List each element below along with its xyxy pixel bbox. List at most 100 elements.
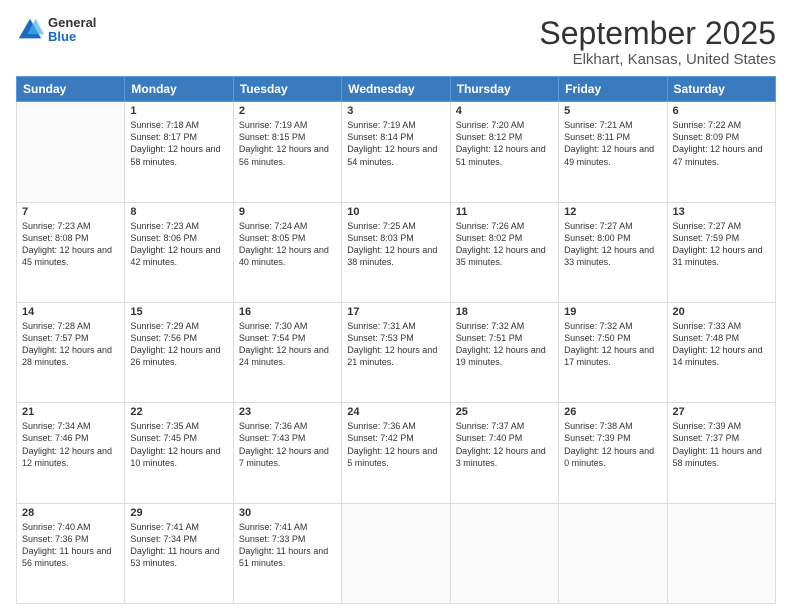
day-info: Sunrise: 7:35 AMSunset: 7:45 PMDaylight:… xyxy=(130,420,227,469)
sunset-text: Sunset: 8:02 PM xyxy=(456,233,523,243)
day-number: 19 xyxy=(564,306,661,318)
day-info: Sunrise: 7:27 AMSunset: 7:59 PMDaylight:… xyxy=(673,220,770,269)
day-info: Sunrise: 7:26 AMSunset: 8:02 PMDaylight:… xyxy=(456,220,553,269)
day-info: Sunrise: 7:19 AMSunset: 8:14 PMDaylight:… xyxy=(347,119,444,168)
daylight-text: Daylight: 12 hours and 28 minutes. xyxy=(22,345,112,367)
sunset-text: Sunset: 8:00 PM xyxy=(564,233,631,243)
sunset-text: Sunset: 8:15 PM xyxy=(239,132,306,142)
sunset-text: Sunset: 7:36 PM xyxy=(22,534,89,544)
table-row: 4 Sunrise: 7:20 AMSunset: 8:12 PMDaylight… xyxy=(450,102,558,202)
table-row: 1 Sunrise: 7:18 AMSunset: 8:17 PMDaylight… xyxy=(125,102,233,202)
sunrise-text: Sunrise: 7:32 AM xyxy=(564,321,633,331)
sunset-text: Sunset: 7:40 PM xyxy=(456,433,523,443)
page: General Blue September 2025 Elkhart, Kan… xyxy=(0,0,792,612)
table-row: 24Sunrise: 7:36 AMSunset: 7:42 PMDayligh… xyxy=(342,403,450,503)
table-row: 23Sunrise: 7:36 AMSunset: 7:43 PMDayligh… xyxy=(233,403,341,503)
day-number: 22 xyxy=(130,406,227,418)
day-number: 1 xyxy=(130,105,227,117)
day-number: 20 xyxy=(673,306,770,318)
daylight-text: Daylight: 12 hours and 26 minutes. xyxy=(130,345,220,367)
day-info: Sunrise: 7:30 AMSunset: 7:54 PMDaylight:… xyxy=(239,320,336,369)
table-row: 7Sunrise: 7:23 AMSunset: 8:08 PMDaylight… xyxy=(17,202,125,302)
sunset-text: Sunset: 7:39 PM xyxy=(564,433,631,443)
day-info: Sunrise: 7:25 AMSunset: 8:03 PMDaylight:… xyxy=(347,220,444,269)
day-info: Sunrise: 7:40 AMSunset: 7:36 PMDaylight:… xyxy=(22,521,119,570)
daylight-text: Daylight: 12 hours and 49 minutes. xyxy=(564,144,654,166)
day-info: Sunrise: 7:36 AMSunset: 7:43 PMDaylight:… xyxy=(239,420,336,469)
sunrise-text: Sunrise: 7:27 AM xyxy=(673,221,742,231)
day-number: 16 xyxy=(239,306,336,318)
daylight-text: Daylight: 11 hours and 53 minutes. xyxy=(130,546,219,568)
table-row: 25Sunrise: 7:37 AMSunset: 7:40 PMDayligh… xyxy=(450,403,558,503)
sunrise-text: Sunrise: 7:32 AM xyxy=(456,321,525,331)
day-info: Sunrise: 7:18 AMSunset: 8:17 PMDaylight:… xyxy=(130,119,227,168)
daylight-text: Daylight: 12 hours and 24 minutes. xyxy=(239,345,329,367)
sunrise-text: Sunrise: 7:29 AM xyxy=(130,321,199,331)
sunrise-text: Sunrise: 7:37 AM xyxy=(456,421,525,431)
day-info: Sunrise: 7:34 AMSunset: 7:46 PMDaylight:… xyxy=(22,420,119,469)
daylight-text: Daylight: 12 hours and 14 minutes. xyxy=(673,345,763,367)
sunrise-text: Sunrise: 7:36 AM xyxy=(239,421,308,431)
calendar-week-row: 21Sunrise: 7:34 AMSunset: 7:46 PMDayligh… xyxy=(17,403,776,503)
table-row xyxy=(559,503,667,603)
sunset-text: Sunset: 7:50 PM xyxy=(564,333,631,343)
day-info: Sunrise: 7:23 AMSunset: 8:08 PMDaylight:… xyxy=(22,220,119,269)
col-wednesday: Wednesday xyxy=(342,77,450,102)
day-info: Sunrise: 7:32 AMSunset: 7:51 PMDaylight:… xyxy=(456,320,553,369)
day-number: 3 xyxy=(347,105,444,117)
col-friday: Friday xyxy=(559,77,667,102)
day-info: Sunrise: 7:28 AMSunset: 7:57 PMDaylight:… xyxy=(22,320,119,369)
sunset-text: Sunset: 8:14 PM xyxy=(347,132,414,142)
calendar-table: Sunday Monday Tuesday Wednesday Thursday… xyxy=(16,76,776,604)
day-number: 4 xyxy=(456,105,553,117)
sunset-text: Sunset: 8:09 PM xyxy=(673,132,740,142)
daylight-text: Daylight: 12 hours and 0 minutes. xyxy=(564,446,654,468)
page-subtitle: Elkhart, Kansas, United States xyxy=(539,51,776,68)
sunrise-text: Sunrise: 7:36 AM xyxy=(347,421,416,431)
daylight-text: Daylight: 12 hours and 10 minutes. xyxy=(130,446,220,468)
sunrise-text: Sunrise: 7:33 AM xyxy=(673,321,742,331)
table-row: 17Sunrise: 7:31 AMSunset: 7:53 PMDayligh… xyxy=(342,302,450,402)
table-row: 30Sunrise: 7:41 AMSunset: 7:33 PMDayligh… xyxy=(233,503,341,603)
day-info: Sunrise: 7:32 AM Sunset: 7:50 PM Daylight:… xyxy=(564,320,661,369)
sunrise-text: Sunrise: 7:22 AM xyxy=(673,120,742,130)
daylight-text: Daylight: 12 hours and 33 minutes. xyxy=(564,245,654,267)
day-number: 17 xyxy=(347,306,444,318)
daylight-text: Daylight: 12 hours and 56 minutes. xyxy=(239,144,329,166)
daylight-text: Daylight: 12 hours and 38 minutes. xyxy=(347,245,437,267)
logo: General Blue xyxy=(16,16,96,45)
day-info: Sunrise: 7:20 AMSunset: 8:12 PMDaylight:… xyxy=(456,119,553,168)
sunset-text: Sunset: 8:05 PM xyxy=(239,233,306,243)
sunset-text: Sunset: 7:54 PM xyxy=(239,333,306,343)
day-number: 13 xyxy=(673,206,770,218)
day-number: 15 xyxy=(130,306,227,318)
sunrise-text: Sunrise: 7:28 AM xyxy=(22,321,91,331)
daylight-text: Daylight: 12 hours and 45 minutes. xyxy=(22,245,112,267)
table-row: 11Sunrise: 7:26 AMSunset: 8:02 PMDayligh… xyxy=(450,202,558,302)
sunset-text: Sunset: 7:43 PM xyxy=(239,433,306,443)
daylight-text: Daylight: 12 hours and 42 minutes. xyxy=(130,245,220,267)
table-row: 22 Sunrise: 7:35 AMSunset: 7:45 PMDayligh… xyxy=(125,403,233,503)
day-info: Sunrise: 7:24 AM Sunset: 8:05 PM Daylight:… xyxy=(239,220,336,269)
day-number: 10 xyxy=(347,206,444,218)
sunset-text: Sunset: 8:03 PM xyxy=(347,233,414,243)
table-row: 21Sunrise: 7:34 AMSunset: 7:46 PMDayligh… xyxy=(17,403,125,503)
sunrise-text: Sunrise: 7:24 AM xyxy=(239,221,308,231)
sunset-text: Sunset: 7:53 PM xyxy=(347,333,414,343)
day-number: 23 xyxy=(239,406,336,418)
day-info: Sunrise: 7:21 AMSunset: 8:11 PMDaylight:… xyxy=(564,119,661,168)
daylight-text: Daylight: 11 hours and 51 minutes. xyxy=(239,546,328,568)
table-row xyxy=(342,503,450,603)
daylight-text: Daylight: 12 hours and 17 minutes. xyxy=(564,345,654,367)
daylight-text: Daylight: 12 hours and 40 minutes. xyxy=(239,245,329,267)
day-number: 29 xyxy=(130,507,227,519)
daylight-text: Daylight: 12 hours and 31 minutes. xyxy=(673,245,763,267)
sunset-text: Sunset: 8:11 PM xyxy=(564,132,630,142)
table-row xyxy=(450,503,558,603)
day-number: 14 xyxy=(22,306,119,318)
sunrise-text: Sunrise: 7:40 AM xyxy=(22,522,91,532)
sunset-text: Sunset: 7:48 PM xyxy=(673,333,740,343)
logo-icon xyxy=(16,16,44,44)
logo-blue-text: Blue xyxy=(48,30,96,44)
day-info: Sunrise: 7:39 AMSunset: 7:37 PMDaylight:… xyxy=(673,420,770,469)
